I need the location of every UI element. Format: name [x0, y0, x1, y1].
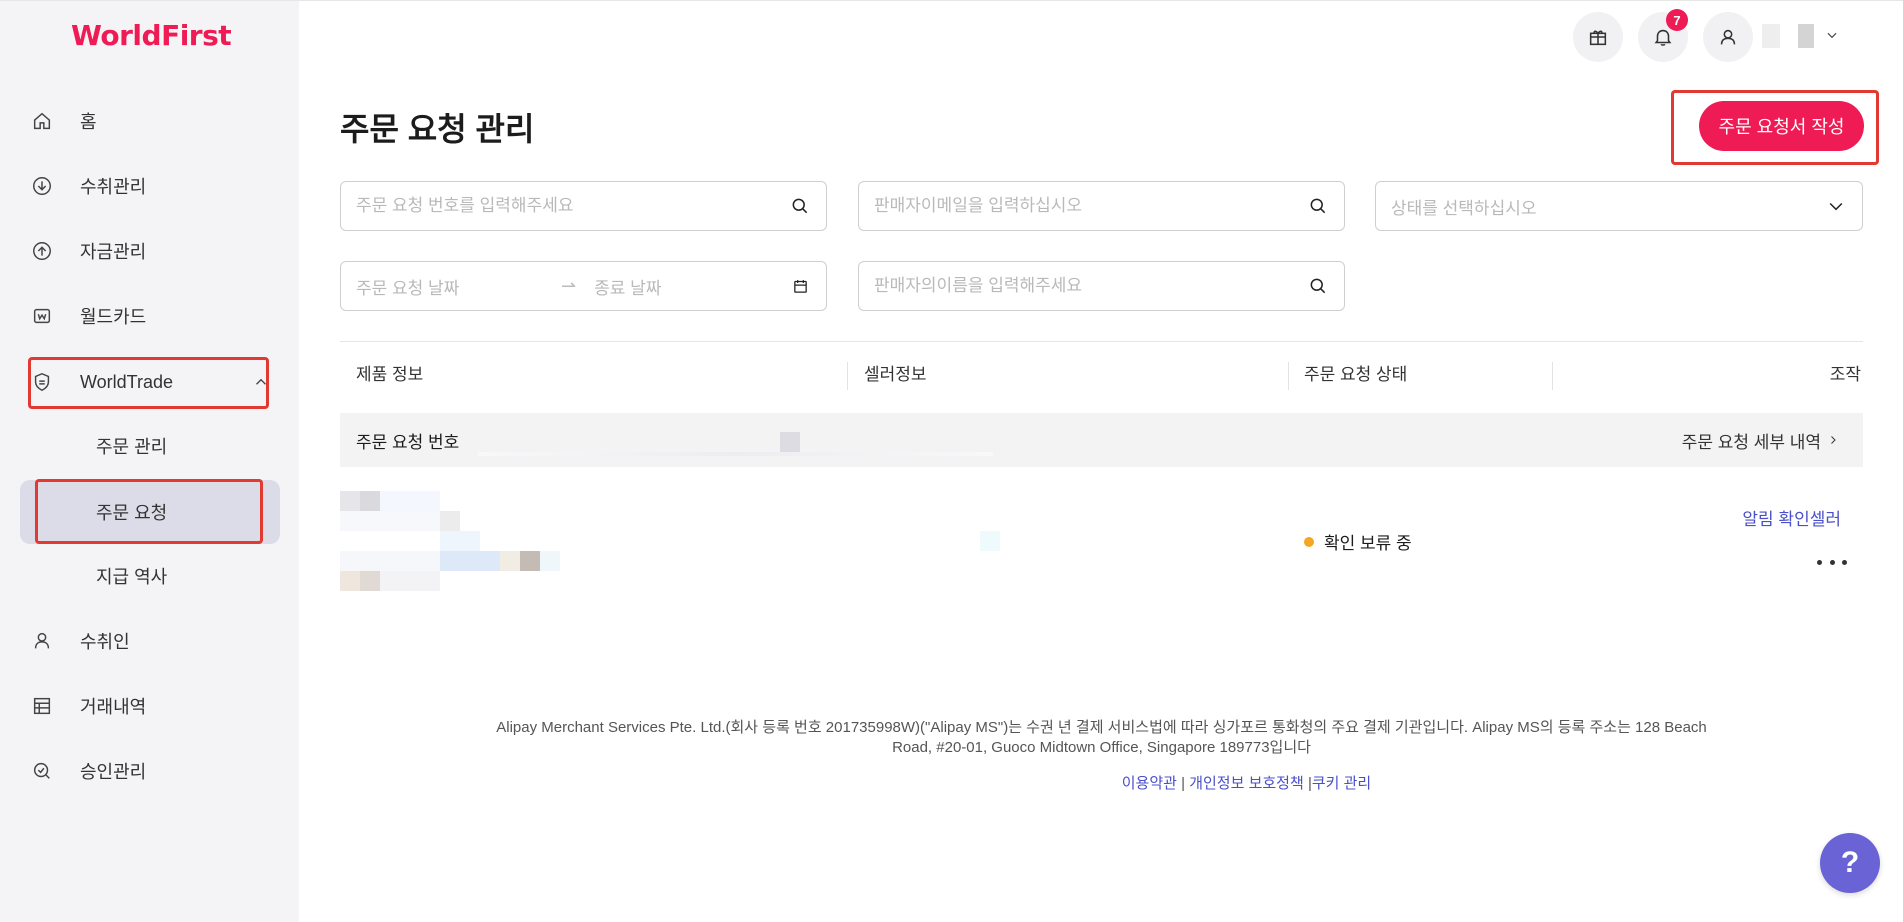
seller-email-search-field	[858, 181, 1345, 231]
payee-icon	[30, 629, 54, 653]
worldfirst-logo[interactable]: WorldFirst	[71, 19, 232, 52]
search-icon[interactable]	[1307, 195, 1329, 217]
column-separator	[847, 362, 848, 390]
sidebar-item-transactions[interactable]: 거래내역	[30, 682, 270, 730]
notify-seller-link[interactable]: 알림 확인셀러	[1742, 505, 1841, 530]
account-menu-toggle[interactable]	[1825, 28, 1841, 44]
profile-button[interactable]	[1703, 12, 1753, 62]
gift-icon	[1589, 30, 1607, 46]
page-title: 주문 요청 관리	[340, 111, 535, 147]
order-number-search-field	[340, 181, 827, 231]
column-header-request-status: 주문 요청 상태	[1304, 365, 1408, 384]
highlight-box	[1671, 90, 1879, 165]
redacted-order-number	[478, 452, 993, 456]
account-name-placeholder	[1762, 24, 1780, 48]
receive-icon	[30, 174, 54, 198]
status-dot	[1304, 536, 1314, 547]
sidebar-item-label: 수취인	[80, 632, 130, 652]
order-number-input[interactable]	[356, 196, 789, 216]
sidebar-item-label: 수취관리	[80, 177, 147, 197]
start-date-placeholder: 주문 요청 날짜	[356, 278, 460, 298]
order-request-group-row: 주문 요청 번호 주문 요청 세부 내역	[340, 413, 1863, 467]
more-icon-dot	[1817, 559, 1822, 565]
seller-name-input[interactable]	[874, 276, 1307, 296]
funds-icon	[30, 239, 54, 263]
footer-links: 이용약관 | 개인정보 보호정책 |쿠키 관리	[0, 772, 1903, 793]
transactions-icon	[30, 694, 54, 718]
redacted-order-number	[780, 432, 800, 452]
privacy-policy-link[interactable]: 개인정보 보호정책	[1189, 775, 1304, 792]
order-request-number-label: 주문 요청 번호	[356, 432, 460, 452]
chevron-down-icon	[1827, 32, 1837, 39]
footer-separator: |	[1181, 775, 1186, 792]
sidebar-item-payee[interactable]: 수취인	[30, 617, 270, 665]
more-icon-dot	[1842, 559, 1847, 565]
more-icon-dot	[1829, 559, 1835, 565]
sidebar-item-label: 자금관리	[80, 242, 147, 262]
filter-divider	[340, 341, 1863, 342]
chevron-right-icon	[1831, 436, 1836, 444]
more-actions-button[interactable]	[1817, 553, 1847, 571]
highlight-box	[28, 357, 269, 409]
order-status-label: 확인 보류 중	[1324, 534, 1412, 553]
header-border	[299, 0, 1903, 1]
seller-name-search-field	[858, 261, 1345, 311]
search-icon[interactable]	[789, 195, 811, 217]
order-request-details-link[interactable]: 주문 요청 세부 내역	[1682, 428, 1839, 453]
sidebar-item-label: 홈	[80, 112, 97, 132]
chevron-down-icon	[1825, 195, 1847, 217]
column-header-product-info: 제품 정보	[356, 365, 424, 384]
account-name-placeholder	[1798, 24, 1814, 48]
footer-legal-text: Alipay Merchant Services Pte. Ltd.(회사 등록…	[496, 719, 1707, 756]
sidebar-item-funds[interactable]: 자금관리	[30, 227, 270, 275]
column-separator	[1552, 362, 1553, 390]
column-header-actions: 조작	[1829, 365, 1861, 384]
sidebar-item-card[interactable]: 월드카드	[30, 292, 270, 340]
help-button[interactable]: ?	[1820, 833, 1880, 893]
sidebar-subitem-payment-history[interactable]: 지급 역사	[96, 554, 167, 598]
sidebar-item-label: 월드카드	[80, 307, 147, 327]
date-range-picker[interactable]: 주문 요청 날짜 ⇀ 종료 날짜	[340, 261, 827, 311]
sidebar-item-label: 거래내역	[80, 697, 147, 717]
sidebar-item-home[interactable]: 홈	[30, 97, 270, 145]
seller-email-input[interactable]	[874, 196, 1307, 216]
order-request-details-label: 주문 요청 세부 내역	[1681, 432, 1821, 452]
card-icon	[30, 304, 54, 328]
search-icon[interactable]	[1307, 275, 1329, 297]
order-status: 확인 보류 중	[1304, 529, 1412, 554]
status-select[interactable]: 상태를 선택하십시오	[1375, 181, 1863, 231]
cookie-settings-link[interactable]: 쿠키 관리	[1312, 775, 1371, 792]
end-date-placeholder: 종료 날짜	[594, 278, 662, 298]
calendar-icon	[789, 275, 811, 297]
home-icon	[30, 109, 54, 133]
notification-button[interactable]: 7	[1638, 9, 1688, 62]
column-separator	[1288, 362, 1289, 390]
sidebar-item-receive[interactable]: 수취관리	[30, 162, 270, 210]
gift-button[interactable]	[1573, 12, 1623, 62]
status-select-placeholder: 상태를 선택하십시오	[1391, 198, 1537, 218]
highlight-box	[35, 479, 263, 544]
arrow-right-icon: ⇀	[561, 275, 577, 296]
sidebar-subitem-order-management[interactable]: 주문 관리	[96, 424, 167, 468]
column-header-seller-info: 셀러정보	[864, 365, 927, 384]
notification-badge: 7	[1666, 9, 1688, 31]
user-icon	[1720, 29, 1736, 45]
terms-link[interactable]: 이용약관	[1122, 775, 1177, 792]
